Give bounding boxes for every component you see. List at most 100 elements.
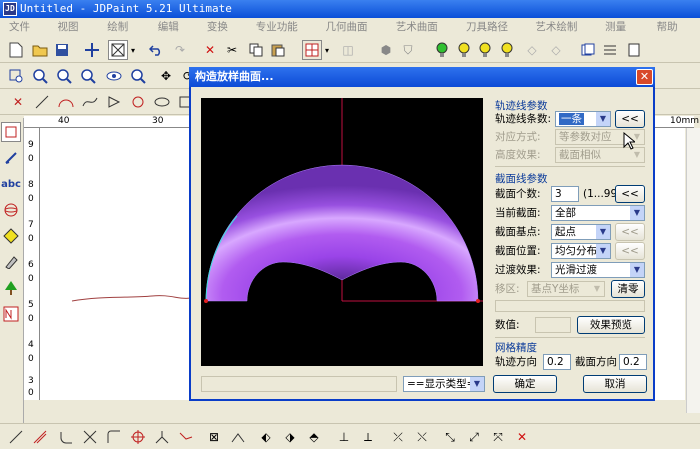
pen-icon[interactable] (1, 148, 21, 168)
redo-icon[interactable]: ↷ (170, 40, 190, 60)
list-icon[interactable] (600, 40, 620, 60)
transition-select[interactable]: 光滑过渡 ▼ (551, 262, 645, 278)
canvas-curve[interactable] (71, 295, 191, 302)
transform-x-icon[interactable]: ⤬ (412, 427, 432, 447)
shape-icon[interactable]: ⬢ (376, 40, 396, 60)
scale-icon[interactable]: ⤡ (440, 427, 460, 447)
pan-icon[interactable]: ✥ (156, 66, 176, 86)
profile-collapse-button[interactable]: << (615, 185, 645, 203)
surface-preview[interactable] (201, 98, 483, 366)
combine-icon[interactable]: ⬘ (304, 427, 324, 447)
menu-art-surface[interactable]: 艺术曲面(A) (389, 18, 459, 51)
grid-dropdown-icon[interactable]: ▾ (322, 40, 332, 60)
crosshair-icon[interactable] (82, 40, 102, 60)
menu-transform[interactable]: 变换(T) (200, 18, 249, 51)
menu-view[interactable]: 视图(V) (51, 18, 101, 51)
light-yellow-icon[interactable] (454, 40, 474, 60)
zoom-prev-icon[interactable] (128, 66, 148, 86)
zoom-out-icon[interactable] (54, 66, 74, 86)
preview-effect-button[interactable]: 效果预览 (577, 316, 645, 334)
menu-geo-surface[interactable]: 几何曲面(B) (318, 18, 388, 51)
circle-icon[interactable] (128, 92, 148, 112)
fillet-icon[interactable] (56, 427, 76, 447)
position-select[interactable]: 均匀分布 ▼ (551, 243, 611, 259)
shift-slider[interactable] (495, 300, 645, 312)
nc-icon[interactable] (1, 304, 21, 324)
light-green-icon[interactable] (432, 40, 452, 60)
menu-help[interactable]: 帮助(H) (650, 18, 700, 51)
base-point-select[interactable]: 起点 ▼ (551, 224, 611, 240)
cancel-button[interactable]: 取消 (583, 375, 647, 393)
menu-draw[interactable]: 绘制(D) (100, 18, 151, 51)
menu-measure[interactable]: 测量(M) (598, 18, 650, 51)
cut-icon[interactable]: ✂ (222, 40, 242, 60)
zoom-window-icon[interactable] (6, 66, 26, 86)
join-icon[interactable] (176, 427, 196, 447)
open-folder-icon[interactable] (30, 40, 50, 60)
box-select-dropdown-icon[interactable]: ▾ (128, 40, 138, 60)
mirror-icon[interactable]: ⟂ (358, 427, 378, 447)
undo-icon[interactable] (146, 40, 166, 60)
menu-art-draw[interactable]: 艺术绘制(S) (528, 18, 598, 51)
zoom-in-icon[interactable] (30, 66, 50, 86)
diamond-icon[interactable] (1, 226, 21, 246)
prev-icon[interactable]: ◇ (522, 40, 542, 60)
trim-icon[interactable] (80, 427, 100, 447)
zoom-all-icon[interactable] (78, 66, 98, 86)
light-add-icon[interactable] (476, 40, 496, 60)
save-icon[interactable] (52, 40, 72, 60)
box-select-icon[interactable] (108, 40, 128, 60)
arc-icon[interactable] (56, 92, 76, 112)
tree-icon[interactable] (1, 278, 21, 298)
sphere-icon[interactable] (1, 200, 21, 220)
group-icon[interactable]: ⬖ (256, 427, 276, 447)
paste-icon[interactable] (268, 40, 288, 60)
cancel-op-icon[interactable]: ✕ (512, 427, 532, 447)
delete-icon[interactable]: ✕ (200, 40, 220, 60)
ellipse-icon[interactable] (152, 92, 172, 112)
extend-icon[interactable] (104, 427, 124, 447)
ungroup-icon[interactable]: ⬗ (280, 427, 300, 447)
transform-icon[interactable]: ⤫ (388, 427, 408, 447)
node-icon[interactable]: ⊠ (204, 427, 224, 447)
x-value-input[interactable] (535, 317, 571, 333)
current-profile-select[interactable]: 全部 ▼ (551, 205, 645, 221)
copy-icon[interactable] (246, 40, 266, 60)
line-tool-icon[interactable] (6, 427, 26, 447)
profile-count-input[interactable]: 3 (551, 186, 579, 202)
multi-line-icon[interactable] (30, 427, 50, 447)
layers-icon[interactable] (578, 40, 598, 60)
array-icon[interactable]: ⤧ (488, 427, 508, 447)
position-collapse-button[interactable]: << (615, 242, 645, 260)
base-point-collapse-button[interactable]: << (615, 223, 645, 241)
align-icon[interactable]: ⊥ (334, 427, 354, 447)
clear-button[interactable]: 清零 (611, 280, 645, 298)
track-collapse-button[interactable]: << (615, 110, 645, 128)
menu-special[interactable]: 专业功能(E) (249, 18, 319, 51)
select-node-icon[interactable] (1, 122, 21, 142)
vertex-icon[interactable] (228, 427, 248, 447)
text-abc-icon[interactable]: abc (1, 174, 21, 194)
target-icon[interactable] (128, 427, 148, 447)
menu-file[interactable]: 文件(F) (2, 18, 51, 51)
shift-select[interactable]: 基点Y坐标 ▼ (527, 281, 605, 297)
display-type-select[interactable]: ==显示类型== ▼ (403, 376, 485, 392)
profile-dir-input[interactable]: 0.2 (619, 354, 647, 370)
eye-icon[interactable] (104, 66, 124, 86)
light-remove-icon[interactable] (498, 40, 518, 60)
document-icon[interactable] (624, 40, 644, 60)
shield-icon[interactable]: ⛉ (398, 40, 418, 60)
vertical-scrollbar[interactable] (686, 128, 700, 413)
eraser-icon[interactable] (1, 252, 21, 272)
menu-toolpath[interactable]: 刀具路径(P) (459, 18, 528, 51)
track-count-select[interactable]: 一条 ▼ (555, 111, 611, 127)
line-icon[interactable] (32, 92, 52, 112)
close-button[interactable]: ✕ (636, 69, 653, 85)
rotate-icon[interactable]: ⤢ (464, 427, 484, 447)
menu-edit[interactable]: 编辑(E) (151, 18, 200, 51)
ok-button[interactable]: 确定 (493, 375, 557, 393)
next-icon[interactable]: ◇ (546, 40, 566, 60)
polyline-icon[interactable] (104, 92, 124, 112)
grid-snap-icon[interactable] (302, 40, 322, 60)
track-dir-input[interactable]: 0.2 (543, 354, 571, 370)
